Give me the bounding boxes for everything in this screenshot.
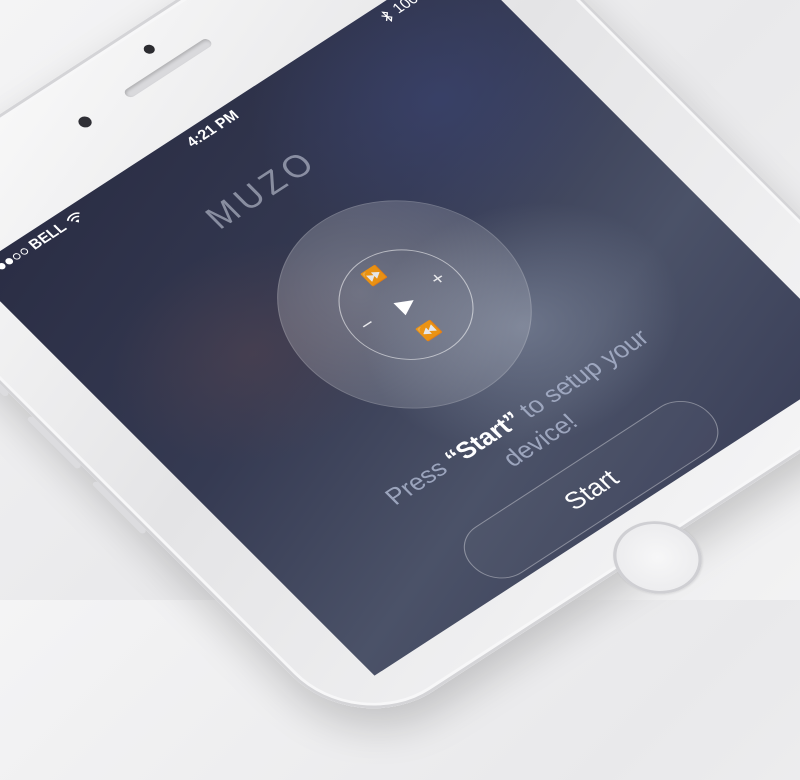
status-time: 4:21 PM	[182, 107, 243, 151]
volume-down-button	[91, 480, 148, 535]
play-icon: ▶	[389, 289, 422, 317]
app-logo: MUZO	[197, 143, 327, 236]
start-button-label: Start	[556, 463, 625, 516]
fast-forward-icon: ⏩	[360, 264, 390, 289]
bluetooth-icon	[380, 11, 392, 23]
phone-device: BELL 4:21 PM 100% MUZO ⏩ − ▶ + ⏪ Press “…	[0, 0, 800, 741]
volume-up-icon: +	[425, 267, 452, 291]
proximity-sensor	[141, 42, 158, 56]
volume-up-button	[26, 415, 83, 470]
remote-control-ring: ⏩ − ▶ + ⏪	[310, 227, 502, 382]
earpiece-speaker	[122, 37, 214, 99]
battery-percent: 100%	[388, 0, 434, 17]
carrier-name: BELL	[25, 219, 71, 253]
mute-switch	[0, 364, 10, 398]
front-camera	[75, 114, 95, 130]
rewind-icon: ⏪	[415, 319, 445, 343]
carrier-info: BELL	[0, 208, 88, 279]
signal-strength-icon	[0, 247, 30, 275]
wifi-icon	[66, 212, 80, 223]
volume-down-icon: −	[354, 313, 381, 336]
status-right: 100%	[376, 0, 460, 25]
home-button[interactable]	[595, 506, 720, 609]
